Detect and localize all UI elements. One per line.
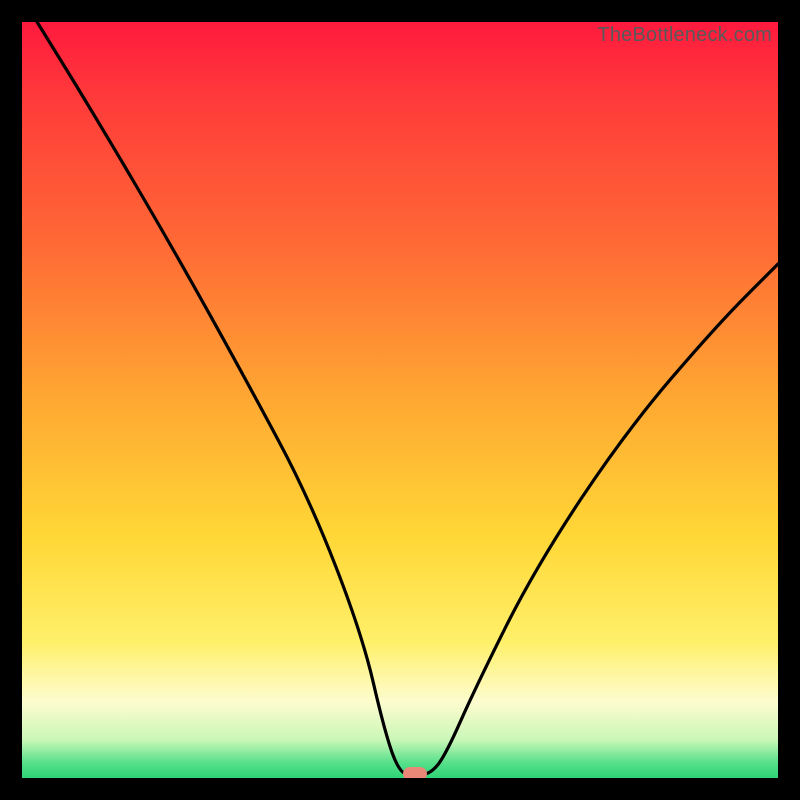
optimal-point-marker — [403, 767, 427, 778]
watermark-text: TheBottleneck.com — [597, 24, 772, 47]
plot-area: TheBottleneck.com — [22, 22, 778, 778]
bottleneck-curve — [22, 22, 778, 778]
chart-frame: TheBottleneck.com — [0, 0, 800, 800]
